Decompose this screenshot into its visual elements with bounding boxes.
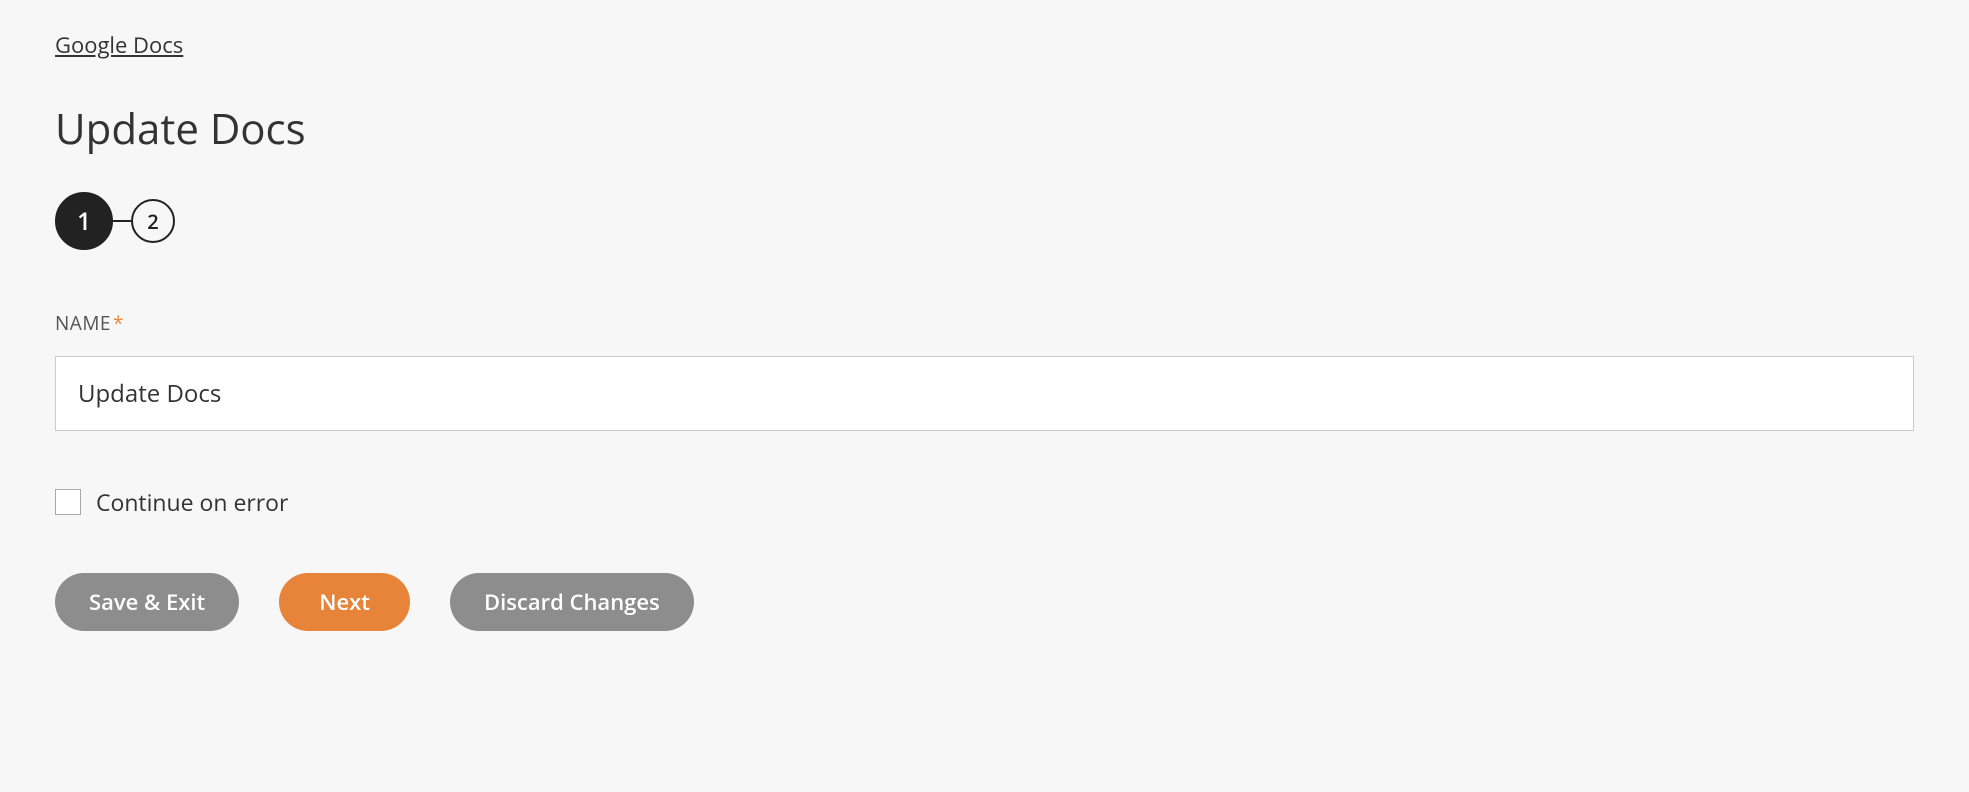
continue-on-error-row: Continue on error	[55, 486, 1914, 518]
name-label: NAME	[55, 310, 111, 336]
step-connector	[113, 220, 131, 222]
step-1[interactable]: 1	[55, 192, 113, 250]
continue-on-error-label[interactable]: Continue on error	[96, 486, 288, 518]
step-2[interactable]: 2	[131, 199, 175, 243]
next-button[interactable]: Next	[279, 573, 410, 631]
required-indicator: *	[113, 310, 123, 336]
breadcrumb-link[interactable]: Google Docs	[55, 30, 183, 60]
action-buttons: Save & Exit Next Discard Changes	[55, 573, 1914, 631]
continue-on-error-checkbox[interactable]	[55, 489, 81, 515]
page-title: Update Docs	[55, 100, 1914, 157]
name-input[interactable]	[55, 356, 1914, 431]
save-exit-button[interactable]: Save & Exit	[55, 573, 239, 631]
name-field-group: NAME*	[55, 310, 1914, 431]
step-indicator: 1 2	[55, 192, 1914, 250]
discard-changes-button[interactable]: Discard Changes	[450, 573, 694, 631]
